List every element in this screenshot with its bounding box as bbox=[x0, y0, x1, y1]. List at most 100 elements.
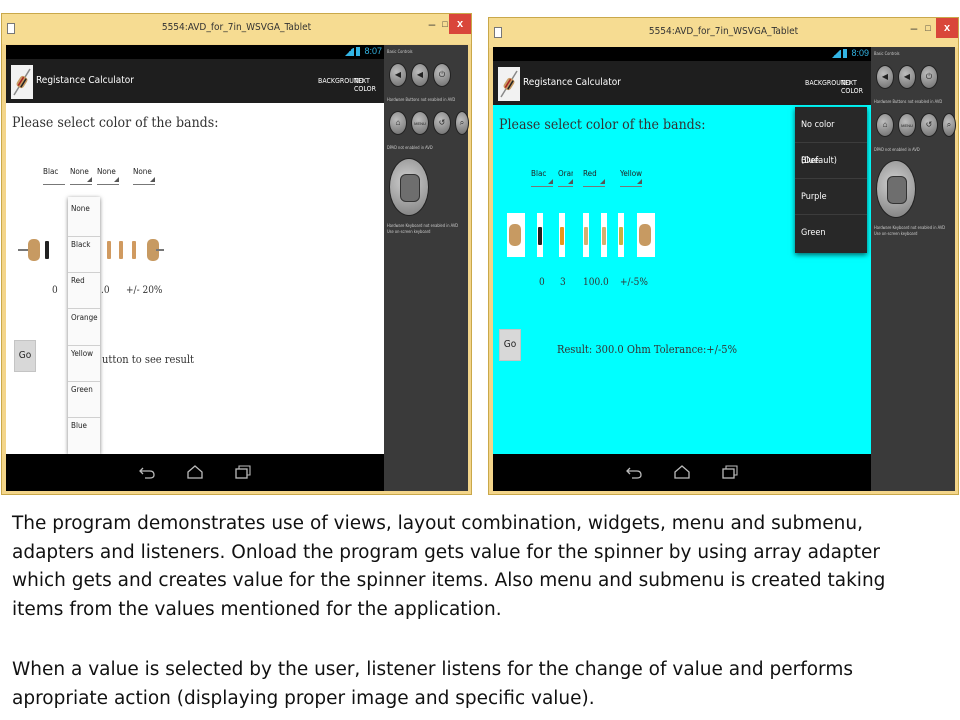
app-title: Registance Calculator bbox=[523, 77, 622, 88]
result-text: Result: 300.0 Ohm Tolerance:+/-5% bbox=[557, 343, 737, 356]
android-screen: 8:07 Registance Calculator BACKGROUND TE… bbox=[6, 45, 384, 491]
window-titlebar[interactable]: 5554:AVD_for_7in_WSVGA_Tablet – □ x bbox=[489, 18, 958, 48]
resistor-app-icon bbox=[11, 65, 33, 99]
submenu-item[interactable]: Blue bbox=[795, 143, 867, 179]
dropdown-item[interactable]: Green bbox=[68, 382, 100, 418]
dpad-center[interactable] bbox=[400, 174, 420, 202]
back-icon[interactable] bbox=[139, 465, 155, 479]
search-hw-button[interactable]: ⌕ bbox=[455, 111, 469, 135]
dropdown-item[interactable]: Blue bbox=[68, 418, 100, 454]
dropdown-item[interactable]: Orange bbox=[68, 310, 100, 346]
signal-icon bbox=[831, 50, 841, 58]
band1-spinner[interactable]: Blac bbox=[531, 169, 553, 187]
band2-spinner[interactable]: Oran bbox=[558, 169, 573, 187]
menu-text-color[interactable]: TEXT COLOR bbox=[841, 79, 871, 95]
caption-line: items from the values mentioned for the … bbox=[12, 598, 502, 620]
battery-icon bbox=[356, 47, 360, 56]
menu-hw-button[interactable]: MENU bbox=[898, 113, 916, 137]
dpad-control[interactable] bbox=[389, 158, 429, 216]
band3-value: .0 bbox=[101, 285, 110, 296]
caption-line: The program demonstrates use of views, l… bbox=[12, 513, 863, 534]
volume-up-button[interactable]: ◀ bbox=[411, 63, 429, 87]
volume-down-icon: ◀ bbox=[394, 70, 402, 79]
back-hw-button[interactable]: ↺ bbox=[920, 113, 938, 137]
dropdown-item[interactable]: Yellow bbox=[68, 346, 100, 382]
home-icon[interactable] bbox=[187, 465, 203, 479]
keyboard-label: Hardware Keyboard not enabled in AVD bbox=[387, 223, 459, 228]
resistor-band-2 bbox=[560, 227, 564, 245]
band2-spinner[interactable]: None bbox=[70, 167, 92, 185]
back-hw-button[interactable]: ↺ bbox=[433, 111, 451, 135]
resistor-end-right bbox=[639, 224, 651, 246]
spinner-value: Yellow bbox=[620, 169, 642, 178]
window-titlebar[interactable]: 5554:AVD_for_7in_WSVGA_Tablet – □ x bbox=[2, 14, 471, 44]
band1-spinner[interactable]: Blac bbox=[43, 167, 65, 185]
volume-down-icon: ◀ bbox=[881, 72, 889, 81]
prompt-text: Please select color of the bands: bbox=[499, 117, 706, 133]
dpad-control[interactable] bbox=[876, 160, 916, 218]
back-icon[interactable] bbox=[626, 465, 642, 479]
recents-icon[interactable] bbox=[235, 465, 251, 479]
band3-spinner[interactable]: Red bbox=[583, 169, 605, 187]
dpad-center[interactable] bbox=[887, 176, 907, 204]
band3-spinner[interactable]: None bbox=[97, 167, 119, 185]
spinner-value: Blac bbox=[531, 169, 547, 178]
navigation-bar bbox=[6, 454, 384, 491]
minimize-button[interactable]: – bbox=[425, 17, 439, 33]
home-hw-icon: ⌂ bbox=[395, 118, 401, 127]
maximize-button[interactable]: □ bbox=[921, 21, 935, 37]
submenu-item[interactable]: Purple bbox=[795, 179, 867, 215]
emulator-window-right: 5554:AVD_for_7in_WSVGA_Tablet – □ x 8:09… bbox=[488, 17, 959, 495]
emulator-controls: Basic Controls ◀ ◀ ⏻ Hardware Buttons no… bbox=[871, 47, 956, 491]
go-button[interactable]: Go bbox=[14, 340, 36, 372]
resistor-band-4 bbox=[107, 241, 111, 259]
menu-text-color[interactable]: TEXT COLOR bbox=[354, 77, 384, 93]
go-button[interactable]: Go bbox=[499, 329, 521, 361]
volume-down-button[interactable]: ◀ bbox=[876, 65, 894, 89]
dpad-label: DPAD not enabled in AVD bbox=[874, 147, 920, 152]
close-button[interactable]: x bbox=[936, 18, 958, 38]
caption-line: When a value is selected by the user, li… bbox=[12, 659, 853, 680]
spinner-value: None bbox=[70, 167, 89, 176]
recents-icon[interactable] bbox=[722, 465, 738, 479]
description-paragraph-1: The program demonstrates use of views, l… bbox=[12, 510, 885, 624]
volume-up-button[interactable]: ◀ bbox=[898, 65, 916, 89]
keyboard-label: Hardware Keyboard not enabled in AVD bbox=[874, 225, 946, 230]
band4-spinner[interactable]: None bbox=[133, 167, 155, 185]
action-bar: Registance Calculator BACKGROUND TEXT CO… bbox=[493, 61, 871, 105]
home-hw-button[interactable]: ⌂ bbox=[876, 113, 894, 137]
search-icon: ⌕ bbox=[459, 118, 465, 127]
home-icon[interactable] bbox=[674, 465, 690, 479]
dropdown-item[interactable]: Red bbox=[68, 273, 100, 309]
navigation-bar bbox=[493, 454, 871, 491]
tolerance-value: +/- 20% bbox=[126, 285, 163, 296]
submenu-item[interactable]: No color (Default) bbox=[795, 107, 867, 166]
window-title: 5554:AVD_for_7in_WSVGA_Tablet bbox=[161, 22, 312, 33]
resistor-lead-right bbox=[156, 249, 164, 251]
band3-value: 100.0 bbox=[583, 277, 609, 288]
band1-value: 0 bbox=[539, 277, 545, 288]
menu-hw-label: MENU bbox=[901, 123, 913, 128]
menu-hw-label: MENU bbox=[414, 121, 426, 126]
search-hw-button[interactable]: ⌕ bbox=[942, 113, 956, 137]
band4-spinner[interactable]: Yellow bbox=[620, 169, 642, 187]
band1-value: 0 bbox=[52, 285, 58, 296]
spinner-value: Blac bbox=[43, 167, 59, 176]
menu-hw-button[interactable]: MENU bbox=[411, 111, 429, 135]
status-bar: 8:09 bbox=[493, 47, 871, 61]
power-button[interactable]: ⏻ bbox=[920, 65, 938, 89]
dropdown-item[interactable]: Black bbox=[68, 237, 100, 273]
description-paragraph-2: When a value is selected by the user, li… bbox=[12, 656, 853, 713]
resistor-band-6 bbox=[132, 241, 136, 259]
spinner-dropdown-list: None Black Red Orange Yellow Green Blue bbox=[68, 197, 100, 454]
dropdown-item[interactable]: None bbox=[68, 201, 100, 237]
power-icon: ⏻ bbox=[925, 72, 933, 81]
volume-down-button[interactable]: ◀ bbox=[389, 63, 407, 87]
minimize-button[interactable]: – bbox=[907, 21, 921, 37]
close-button[interactable]: x bbox=[449, 14, 471, 34]
submenu-item[interactable]: Green bbox=[795, 215, 867, 251]
home-hw-button[interactable]: ⌂ bbox=[389, 111, 407, 135]
battery-icon bbox=[843, 49, 847, 58]
volume-up-icon: ◀ bbox=[903, 72, 911, 81]
power-button[interactable]: ⏻ bbox=[433, 63, 451, 87]
